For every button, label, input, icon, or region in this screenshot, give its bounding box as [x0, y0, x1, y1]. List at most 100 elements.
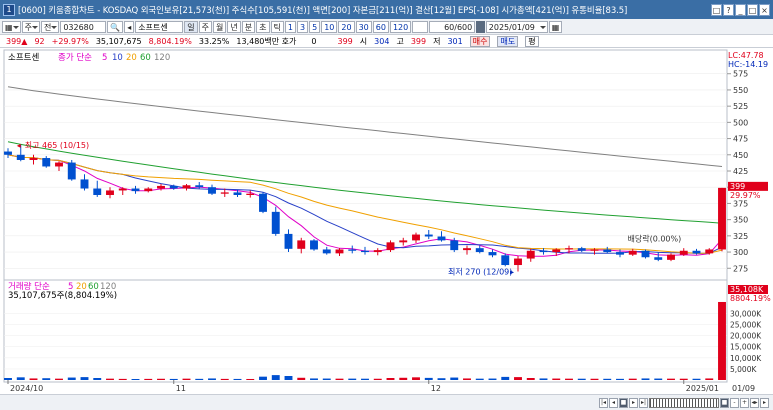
zoom-minus-icon[interactable]: - [730, 397, 739, 408]
fit-icon[interactable]: ◂▸ [750, 397, 759, 408]
volume-bar [29, 378, 38, 380]
minute-3-button[interactable]: 3 [297, 20, 309, 33]
period-day-button[interactable]: 일 [184, 20, 198, 33]
candle [67, 159, 76, 181]
turnover-rate: 33.25% [198, 36, 230, 46]
ma-legend-5: 5 [102, 53, 107, 63]
volume-bar [93, 378, 102, 380]
minute-5-button[interactable]: 5 [309, 20, 321, 33]
ma-legend-10: 10 [112, 53, 123, 63]
minute-1-button[interactable]: 1 [284, 20, 297, 33]
volume-bar [399, 377, 408, 380]
zoom-handle[interactable]: ■ [720, 397, 729, 408]
sell-button[interactable]: 매도 [497, 35, 519, 47]
current-price-tag-text: 399 [730, 182, 745, 191]
restore-icon[interactable]: □ [711, 3, 722, 16]
period-minute-button[interactable]: 분 [241, 20, 256, 33]
stock-code-input[interactable]: 032680 [60, 20, 107, 33]
candle-body [501, 255, 510, 266]
chart-type-combo[interactable]: ▦ [2, 20, 21, 33]
avg-button[interactable]: 평 [525, 35, 539, 47]
minute-10-button[interactable]: 10 [321, 20, 338, 33]
date-tick-label: 2025/01 [686, 384, 719, 393]
candle-body [4, 151, 12, 155]
candle-body [539, 250, 548, 253]
date-picker[interactable]: 2025/01/09 [485, 20, 548, 33]
candle-body [335, 249, 344, 254]
price-tick-label: 575 [733, 70, 748, 79]
period-year-button[interactable]: 년 [227, 20, 241, 33]
volume-bar [488, 378, 497, 380]
volume-bar [667, 378, 675, 380]
grid-icon[interactable]: ▦ [548, 20, 563, 33]
candle-body [667, 254, 675, 260]
volume-bar [144, 378, 153, 380]
ma-legend: 종가 단순 5 10 20 60 120 [58, 52, 170, 63]
low-arrow-icon: ▸ [510, 268, 514, 277]
minute-30-button[interactable]: 30 [355, 20, 372, 33]
scope-combo[interactable]: 전 [40, 20, 60, 33]
maximize-icon[interactable]: □ [747, 3, 758, 16]
volume-bar [692, 378, 701, 380]
price-tick-label: 350 [733, 216, 748, 225]
volume-bar [552, 378, 561, 380]
volume-axis: 30,000K 25,000K 20,000K 15,000K 10,000K 5,000… [730, 309, 762, 374]
volume-bar [373, 378, 382, 380]
count-input[interactable]: 60/600 [429, 20, 476, 33]
candle-body [233, 192, 242, 195]
minute-20-button[interactable]: 20 [338, 20, 355, 33]
up-arrow-icon: ▲ [21, 36, 28, 46]
current-cur: 399 [337, 36, 353, 46]
period-tick-button[interactable]: 틱 [270, 20, 284, 33]
price-tick-label: 300 [733, 248, 748, 257]
zoom-slider[interactable] [649, 397, 719, 408]
volume-value: 35,107,675 [95, 36, 142, 46]
candle-body [565, 248, 573, 250]
volume-bar [501, 376, 510, 380]
close-icon[interactable]: × [759, 3, 770, 16]
volume-bar [246, 378, 255, 380]
volume-bar [526, 378, 535, 380]
candle-body [220, 192, 229, 194]
prev-stock-icon[interactable]: ◂ [124, 20, 135, 33]
search-icon[interactable]: 🔍 [107, 20, 124, 33]
quote-bar: 399▲ 92 +29.97% 35,107,675 8,804.19% 33.… [0, 35, 773, 48]
minute-120-button[interactable]: 120 [389, 20, 412, 33]
window-title: [0600] 키움종합차트 - KOSDAQ 외국인보유[21,573(천)] … [18, 5, 628, 16]
period-second-button[interactable]: 초 [256, 20, 270, 33]
volume-bar [42, 378, 51, 380]
scroll-prev-icon[interactable]: ◂ [609, 397, 618, 408]
lc-label: LC:47.78 [728, 51, 764, 60]
period-month-button[interactable]: 월 [213, 20, 227, 33]
market-combo[interactable]: 주 [21, 20, 40, 33]
expand-icon[interactable]: ▸ [760, 397, 769, 408]
candle-body [16, 154, 25, 160]
high-arrow-icon: ◂ [17, 141, 21, 150]
candle-body [67, 162, 76, 180]
minimize-icon[interactable]: _ [735, 3, 746, 16]
volume-bar [565, 378, 573, 380]
scroll-next-icon[interactable]: ▸ [629, 397, 638, 408]
volume-bar [679, 378, 688, 380]
scroll-stop-icon[interactable]: ■ [619, 397, 628, 408]
title-bar: 1 [0600] 키움종합차트 - KOSDAQ 외국인보유[21,573(천)… [0, 0, 773, 19]
chart-svg[interactable]: 575550525500475450425400375350325300275 … [0, 48, 773, 394]
minute-60-button[interactable]: 60 [372, 20, 389, 33]
candle-body [616, 252, 624, 255]
zoom-plus-icon[interactable]: + [740, 397, 749, 408]
chart-area[interactable]: 575550525500475450425400375350325300275 … [0, 48, 773, 410]
scroll-first-icon[interactable]: |◂ [599, 397, 608, 408]
candle-body [705, 249, 714, 254]
scroll-last-icon[interactable]: ▸| [639, 397, 648, 408]
split-button[interactable] [412, 20, 429, 33]
candle-body [437, 236, 446, 241]
volume-ratio: 8,804.19% [148, 36, 192, 46]
current-price-pct-text: 29.97% [730, 191, 761, 200]
candle-body [450, 240, 459, 251]
help-icon[interactable]: ? [723, 3, 734, 16]
hoga-label: 호가 [281, 36, 297, 46]
candle-body [106, 190, 114, 195]
period-week-button[interactable]: 주 [198, 20, 213, 33]
buy-button[interactable]: 매수 [469, 35, 491, 47]
open-label: 시 [359, 36, 368, 46]
